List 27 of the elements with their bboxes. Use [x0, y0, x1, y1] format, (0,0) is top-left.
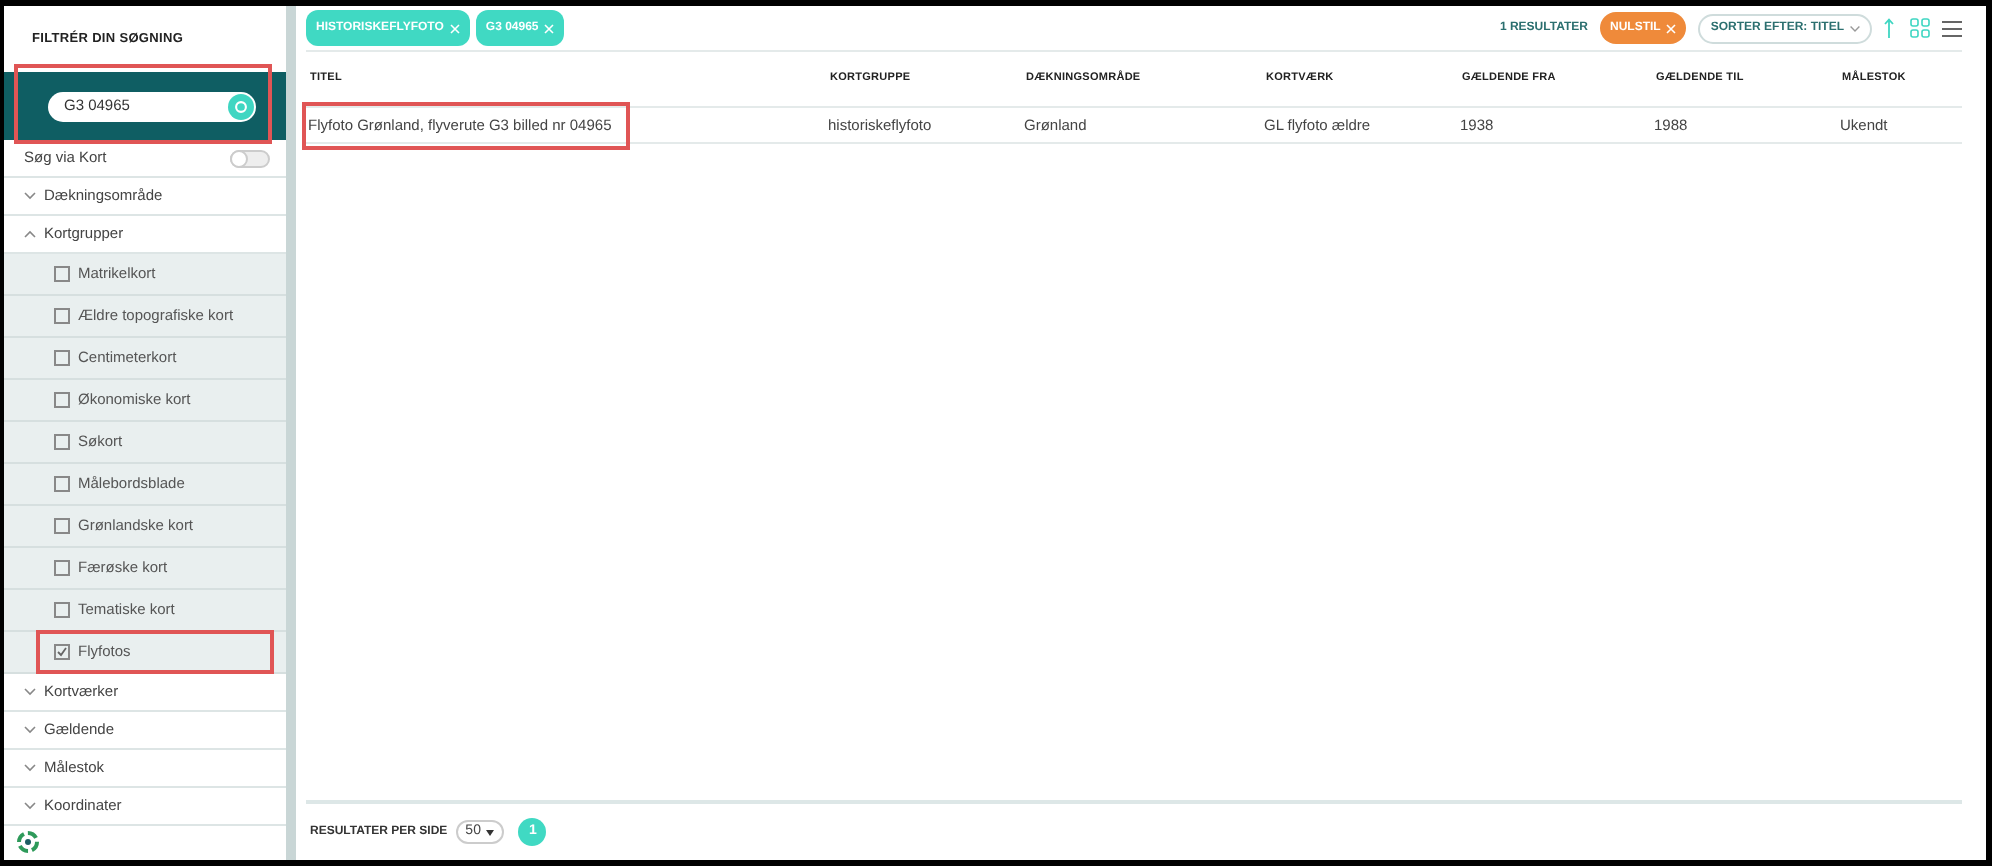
checkbox[interactable] — [54, 518, 70, 534]
chevron-icon — [24, 726, 36, 734]
map-toggle[interactable] — [230, 149, 270, 167]
checkbox[interactable] — [54, 350, 70, 366]
chevron-icon — [24, 764, 36, 772]
close-icon[interactable] — [449, 23, 460, 33]
arrow-up-icon[interactable] — [1884, 18, 1894, 38]
chevron-icon — [24, 230, 36, 238]
checkbox[interactable] — [54, 392, 70, 408]
logo-icon — [16, 830, 40, 854]
chevron-icon — [24, 688, 36, 696]
chevron-icon — [24, 192, 36, 200]
caret-icon — [1850, 25, 1860, 31]
checkbox[interactable] — [54, 644, 70, 660]
close-icon[interactable] — [1666, 23, 1677, 33]
caret-icon — [486, 829, 495, 835]
checkbox[interactable] — [54, 602, 70, 618]
grid-icon[interactable] — [1910, 18, 1930, 38]
checkbox[interactable] — [54, 560, 70, 576]
chevron-icon — [24, 802, 36, 810]
checkbox[interactable] — [54, 308, 70, 324]
checkbox[interactable] — [54, 266, 70, 282]
menu-icon[interactable] — [1942, 19, 1962, 37]
checkbox[interactable] — [54, 476, 70, 492]
search-icon[interactable] — [228, 93, 254, 119]
checkbox[interactable] — [54, 434, 70, 450]
close-icon[interactable] — [544, 23, 555, 33]
